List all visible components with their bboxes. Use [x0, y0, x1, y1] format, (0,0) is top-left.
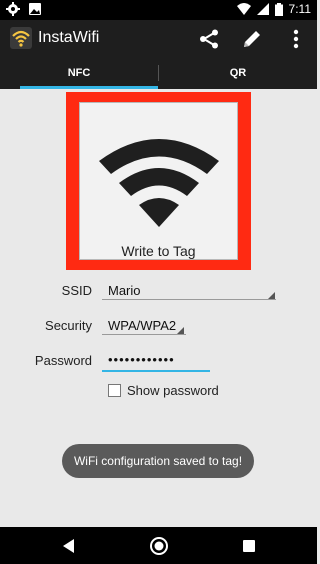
toast-message: WiFi configuration saved to tag!	[62, 444, 254, 478]
show-password-label[interactable]: Show password	[127, 383, 219, 398]
tab-nfc[interactable]: NFC	[0, 57, 158, 89]
password-field[interactable]: ••••••••••••	[108, 352, 175, 367]
image-icon	[29, 3, 41, 15]
write-tag-highlight: Write to Tag	[66, 92, 251, 270]
wifi-icon	[99, 139, 219, 227]
write-to-tag-button[interactable]: Write to Tag	[79, 102, 238, 260]
wifi-logo-icon	[10, 27, 32, 49]
share-icon[interactable]	[197, 27, 221, 51]
security-dropdown-arrow-icon[interactable]	[177, 327, 184, 334]
security-label: Security	[45, 318, 92, 333]
gear-icon	[6, 2, 20, 16]
ssid-underline	[102, 299, 276, 300]
home-icon[interactable]	[148, 535, 170, 557]
signal-icon	[256, 3, 269, 15]
back-icon[interactable]	[58, 535, 80, 557]
app-toolbar: InstaWifi	[0, 20, 317, 57]
tab-selected-indicator	[20, 86, 158, 89]
ssid-field[interactable]: Mario	[108, 283, 141, 298]
ssid-dropdown-arrow-icon[interactable]	[268, 292, 275, 299]
password-label: Password	[34, 353, 92, 368]
recents-icon[interactable]	[238, 535, 260, 557]
battery-icon	[274, 2, 283, 16]
system-nav-bar	[0, 527, 317, 564]
status-bar: 7:11	[0, 0, 317, 20]
security-underline	[102, 334, 186, 335]
status-time: 7:11	[288, 2, 311, 16]
overflow-menu-icon[interactable]	[284, 27, 308, 51]
wifi-icon	[236, 3, 251, 15]
password-underline	[102, 370, 210, 372]
security-select[interactable]: WPA/WPA2	[108, 318, 176, 333]
app-title: InstaWifi	[38, 29, 100, 46]
tab-qr[interactable]: QR	[159, 57, 317, 89]
show-password-checkbox[interactable]	[108, 384, 121, 397]
ssid-label: SSID	[61, 283, 92, 298]
write-to-tag-label: Write to Tag	[121, 243, 196, 259]
tab-bar: NFC QR	[0, 57, 317, 89]
edit-icon[interactable]	[240, 27, 264, 51]
